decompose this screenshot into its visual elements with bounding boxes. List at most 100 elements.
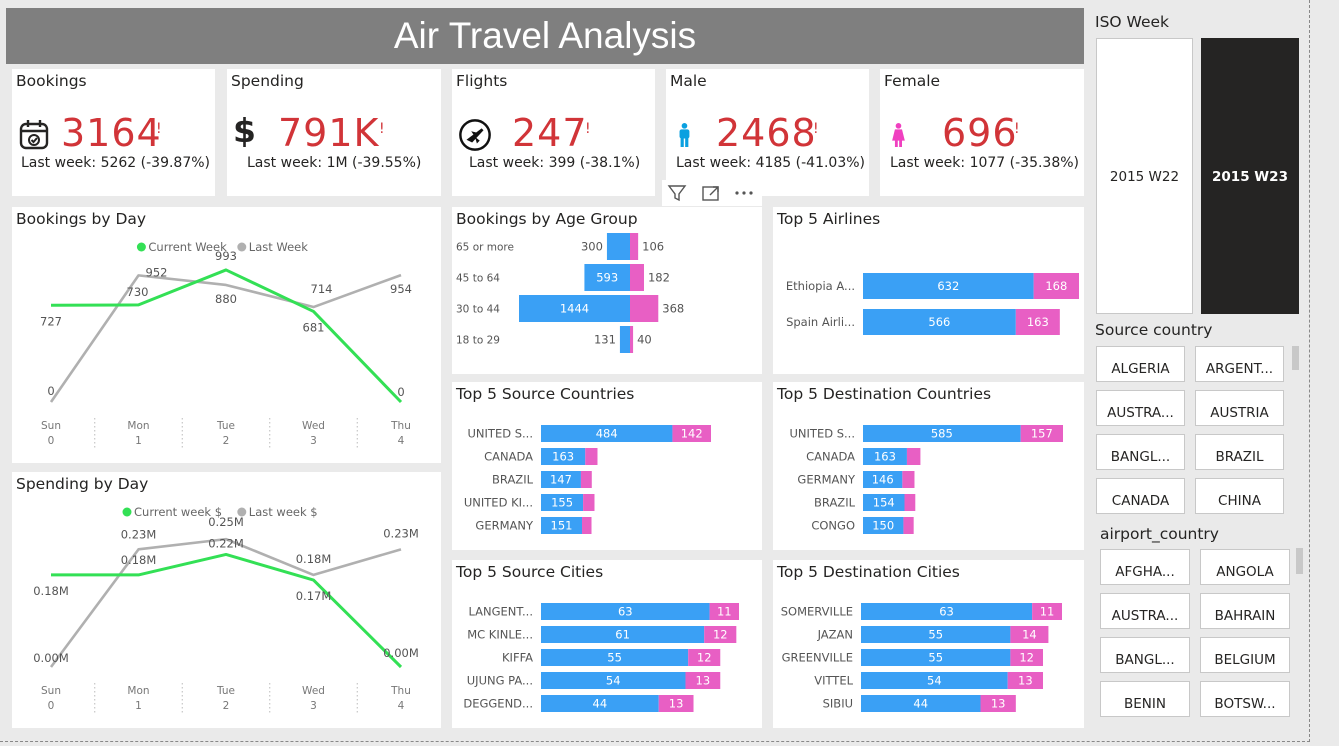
data-label: 954 — [390, 282, 412, 296]
top-5-source-countries-card[interactable]: Top 5 Source Countries UNITED S... 484 142… — [452, 382, 762, 550]
x-tick-label: 3 — [310, 700, 317, 712]
y-tick-label: VITTEL — [814, 674, 853, 688]
spending-by-day-chart[interactable]: Current week $ Last week $Sun0Mon1Tue2Wed… — [12, 472, 441, 728]
focus-mode-icon[interactable] — [700, 182, 722, 204]
bar-female — [580, 471, 592, 488]
data-label: 593 — [596, 271, 618, 285]
y-tick-label: DEGGEND... — [463, 697, 533, 711]
source-country-option[interactable]: CANADA — [1096, 478, 1185, 514]
y-tick-label: Spain Airli... — [786, 315, 855, 329]
y-tick-label: JAZAN — [817, 628, 853, 642]
female-icon — [892, 123, 905, 147]
data-label: 0.00M — [383, 646, 419, 660]
bar-female — [902, 471, 915, 488]
y-tick-label: GERMANY — [797, 473, 856, 487]
bookings-by-age-group-chart[interactable]: 65 or more 300 106 45 to 64 593 182 30 to 44 14… — [452, 207, 762, 374]
top-5-destination-countries-chart[interactable]: UNITED S... 585 157 CANADA 163 GERMANY 146 BRAZ… — [773, 382, 1084, 550]
more-options-icon[interactable] — [732, 182, 756, 204]
airport-country-option[interactable]: ANGOLA — [1200, 549, 1290, 585]
airport-country-option[interactable]: BENIN — [1100, 681, 1190, 717]
iso-week-option-selected[interactable]: 2015 W23 — [1201, 38, 1299, 314]
bookings-by-age-group-card[interactable]: Bookings by Age Group 65 or more 300 106 45… — [452, 207, 762, 374]
airport-country-option[interactable]: AFGHA... — [1100, 549, 1190, 585]
top-5-source-countries-chart[interactable]: UNITED S... 484 142 CANADA 163 BRAZIL 147 UNITE… — [452, 382, 762, 550]
data-label: 13 — [696, 674, 711, 688]
kpi-last-week: Last week: 1077 (-35.38%) — [890, 155, 1079, 171]
x-tick-label: 1 — [135, 700, 142, 712]
data-label: 11 — [1040, 605, 1055, 619]
data-label: 63 — [618, 605, 633, 619]
data-label: 54 — [606, 674, 621, 688]
y-tick-label: UJUNG PA... — [467, 674, 533, 688]
source-country-option[interactable]: AUSTRA... — [1096, 390, 1185, 426]
data-label: 147 — [550, 473, 572, 487]
source-country-slicer-title: Source country — [1095, 321, 1213, 339]
legend-label: Last Week — [249, 240, 308, 254]
source-country-option[interactable]: CHINA — [1195, 478, 1284, 514]
top-5-airlines-chart[interactable]: Ethiopia A... 632 168 Spain Airli... 566 163 — [773, 207, 1084, 374]
data-label: 0.17M — [296, 589, 332, 603]
bar-female — [630, 295, 659, 322]
kpi-female-card[interactable]: Female 696 ! Last week: 1077 (-35.38%) — [880, 69, 1084, 196]
top-5-destination-cities-chart[interactable]: SOMERVILLE 63 11 JAZAN 55 14 GREENVILLE 55 12 VIT… — [773, 560, 1084, 728]
airport-country-option[interactable]: BOTSW... — [1200, 681, 1290, 717]
bookings-by-day-card[interactable]: Bookings by Day Current Week Last Week Sun… — [12, 207, 441, 463]
filter-icon[interactable] — [666, 182, 688, 204]
data-label: 368 — [662, 302, 684, 316]
source-country-option[interactable]: ALGERIA — [1096, 346, 1185, 382]
x-tick-label: Thu — [390, 685, 411, 697]
airport-country-option[interactable]: AUSTRA... — [1100, 593, 1190, 629]
data-label: 44 — [913, 697, 928, 711]
data-label: 13 — [1018, 674, 1033, 688]
data-label: 632 — [937, 279, 959, 293]
bar-female — [906, 448, 921, 465]
kpi-alert: ! — [585, 121, 591, 137]
top-5-destination-countries-card[interactable]: Top 5 Destination Countries UNITED S... 5… — [773, 382, 1084, 550]
top-5-destination-cities-card[interactable]: Top 5 Destination Cities SOMERVILLE 63 11 J… — [773, 560, 1084, 728]
kpi-last-week: Last week: 5262 (-39.87%) — [21, 155, 210, 171]
x-tick-label: Wed — [302, 685, 325, 697]
data-label: 0.18M — [296, 552, 332, 566]
y-tick-label: CANADA — [806, 450, 855, 464]
y-tick-label: MC KINLE... — [467, 628, 533, 642]
airport-country-scrollbar[interactable] — [1296, 548, 1303, 574]
airport-country-option[interactable]: BANGL... — [1100, 637, 1190, 673]
data-label: 106 — [642, 240, 664, 254]
data-label: 12 — [713, 628, 728, 642]
source-country-scrollbar[interactable] — [1292, 346, 1299, 370]
page-title: Air Travel Analysis — [6, 8, 1084, 64]
data-label: 168 — [1045, 279, 1067, 293]
y-tick-label: KIFFA — [502, 651, 533, 665]
kpi-spending-card[interactable]: Spending $ 791K ! Last week: 1M (-39.55%… — [227, 69, 441, 196]
bookings-by-day-chart[interactable]: Current Week Last WeekSun0Mon1Tue2Wed3Thu… — [12, 207, 441, 463]
airport-country-option[interactable]: BELGIUM — [1200, 637, 1290, 673]
x-tick-label: Sun — [41, 420, 61, 432]
iso-week-option[interactable]: 2015 W22 — [1096, 38, 1193, 314]
x-tick-label: 0 — [48, 700, 55, 712]
data-label: 150 — [872, 519, 894, 533]
y-tick-label: BRAZIL — [814, 496, 856, 510]
x-tick-label: Mon — [127, 420, 149, 432]
kpi-bookings-card[interactable]: Bookings 3164 ! Last week: 5262 (-39.87%… — [12, 69, 215, 196]
kpi-value: 247 — [512, 111, 588, 155]
kpi-male-card[interactable]: Male 2468 ! Last week: 4185 (-41.03%) — [666, 69, 869, 196]
data-label: 142 — [681, 427, 703, 441]
source-country-option[interactable]: ARGENT... — [1195, 346, 1284, 382]
top-5-source-cities-card[interactable]: Top 5 Source Cities LANGENT... 63 11 MC KIN… — [452, 560, 762, 728]
kpi-title: Spending — [231, 72, 304, 90]
top-5-airlines-card[interactable]: Top 5 Airlines Ethiopia A... 632 168 Spain … — [773, 207, 1084, 374]
top-5-source-cities-chart[interactable]: LANGENT... 63 11 MC KINLE... 61 12 KIFFA 55 12 UJ… — [452, 560, 762, 728]
source-country-option[interactable]: BRAZIL — [1195, 434, 1284, 470]
kpi-title: Bookings — [16, 72, 87, 90]
data-label: 681 — [303, 320, 325, 334]
data-label: 163 — [552, 450, 574, 464]
data-label: 0.23M — [383, 526, 419, 540]
y-tick-label: 30 to 44 — [456, 304, 500, 316]
y-tick-label: CANADA — [484, 450, 533, 464]
series-line — [50, 268, 403, 404]
kpi-flights-card[interactable]: Flights 247 ! Last week: 399 (-38.1%) — [452, 69, 655, 196]
source-country-option[interactable]: AUSTRIA — [1195, 390, 1284, 426]
source-country-option[interactable]: BANGL... — [1096, 434, 1185, 470]
airport-country-option[interactable]: BAHRAIN — [1200, 593, 1290, 629]
spending-by-day-card[interactable]: Spending by Day Current week $ Last week … — [12, 472, 441, 728]
